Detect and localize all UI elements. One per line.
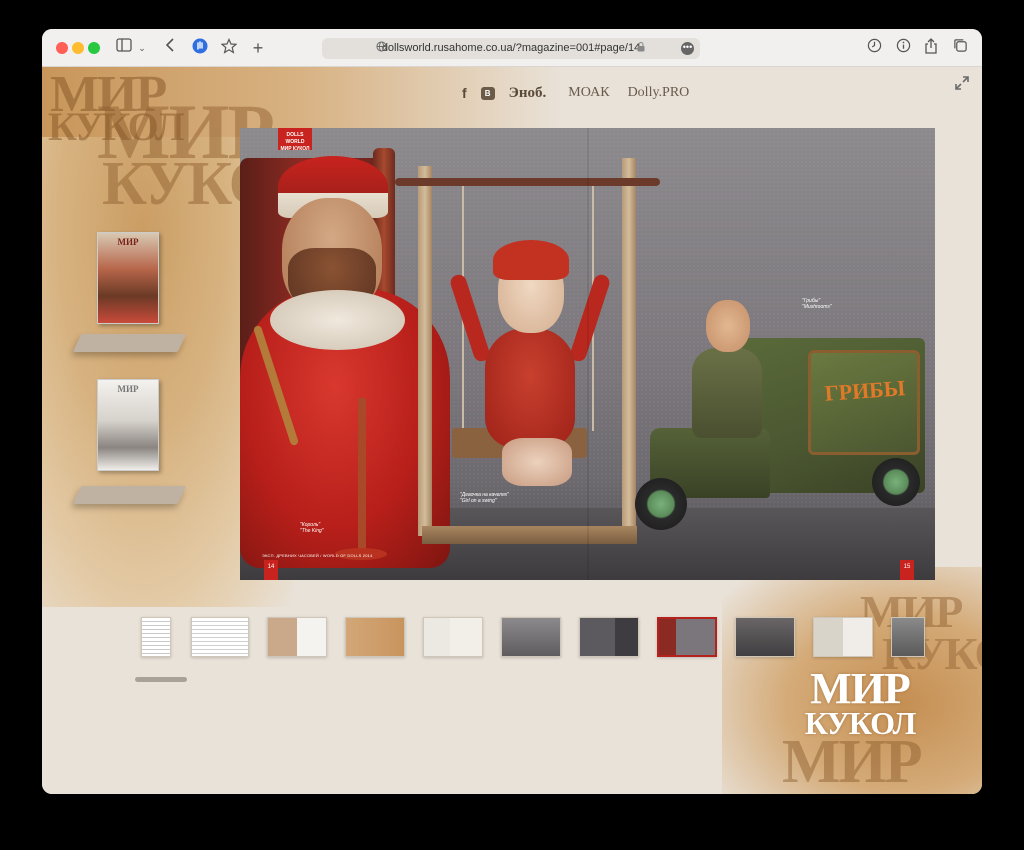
magazine-cover-1[interactable]: МИР <box>72 232 187 352</box>
plus-icon[interactable]: + <box>248 38 268 58</box>
zoom-window-button[interactable] <box>88 42 100 54</box>
sidebar-icon[interactable] <box>114 38 134 58</box>
magazine-badge: DOLLS WORLD МИР КУКОЛ <box>278 128 312 152</box>
top-nav: f В Эноб. МОАК Dolly.PRO <box>462 83 689 103</box>
caption-girl: "Девочка на качелях" "Girl on a swing" <box>460 492 509 504</box>
page-number-right: 15 <box>900 560 914 580</box>
fullscreen-icon[interactable] <box>954 75 970 91</box>
browser-window: ⌄ + dollsworld.rusahome.co.ua/?magazine=… <box>42 29 982 794</box>
nav-link-snob[interactable]: Эноб. <box>509 85 547 102</box>
nav-link-dolly[interactable]: Dolly.PRO <box>628 85 690 101</box>
thumbnail-page-active[interactable] <box>657 617 717 657</box>
girl-doll-body <box>485 328 575 448</box>
thumbnail-page[interactable] <box>579 617 639 657</box>
thumbnail-page[interactable] <box>735 617 795 657</box>
thumbnail-page[interactable] <box>423 617 483 657</box>
page-gutter <box>587 128 589 580</box>
swing-bar <box>395 178 660 186</box>
minimize-window-button[interactable] <box>72 42 84 54</box>
truck-wheel-front <box>635 478 687 530</box>
more-icon[interactable]: ••• <box>681 42 694 55</box>
tabs-icon[interactable] <box>950 38 970 58</box>
swing-frame-left <box>418 166 432 536</box>
chevron-down-icon[interactable]: ⌄ <box>136 38 148 58</box>
cover-title: МИР <box>117 237 139 247</box>
girl-doll-hair <box>493 240 569 280</box>
thumbnail-page[interactable] <box>345 617 405 657</box>
share-icon[interactable] <box>921 38 941 58</box>
magazine-spread[interactable]: ГРИБЫ DOLLS WORLD МИР КУКОЛ "Король" "The … <box>240 128 935 580</box>
thumbnail-scrollbar[interactable] <box>135 677 187 682</box>
vk-icon[interactable]: В <box>480 86 495 100</box>
thumbnail-page[interactable] <box>813 617 873 657</box>
clock-icon[interactable] <box>864 38 884 58</box>
bg-word-kukol: КУКОЛ <box>48 104 184 149</box>
girl-doll-legs <box>502 438 572 486</box>
thumbnail-page[interactable] <box>141 617 171 657</box>
caption-king: "Король" "The King" <box>300 522 324 534</box>
facebook-icon[interactable]: f <box>462 85 467 101</box>
driver-doll-body <box>692 348 762 438</box>
info-icon[interactable] <box>893 38 913 58</box>
truck-wheel-back <box>872 458 920 506</box>
thumbnail-page[interactable] <box>191 617 249 657</box>
magazine-cover-2[interactable]: МИР <box>72 379 187 504</box>
thumbnail-page[interactable] <box>501 617 561 657</box>
page-number-left: 14 <box>264 560 278 580</box>
globe-icon <box>376 38 387 59</box>
url-text: dollsworld.rusahome.co.ua/?magazine=001#… <box>381 42 641 54</box>
caption-truck: "Грибы" "Mushrooms" <box>802 298 832 310</box>
lock-icon <box>637 38 645 59</box>
swing-base <box>422 526 637 544</box>
driver-doll-head <box>706 300 750 352</box>
king-stand <box>358 398 366 558</box>
cover-front: МИР <box>97 232 159 324</box>
thumbnail-page[interactable] <box>267 617 327 657</box>
cover-title: МИР <box>117 384 139 394</box>
thumbnail-page[interactable] <box>891 617 925 657</box>
cover-front: МИР <box>97 379 159 471</box>
star-icon[interactable] <box>219 38 239 58</box>
browser-toolbar: ⌄ + dollsworld.rusahome.co.ua/?magazine=… <box>42 29 982 67</box>
swing-frame-right <box>622 158 636 538</box>
brand-logo: МИР КУКОЛ <box>780 667 940 741</box>
cover-stack <box>72 334 187 352</box>
address-bar[interactable]: dollsworld.rusahome.co.ua/?magazine=001#… <box>322 38 700 59</box>
brand-logo-line2: КУКОЛ <box>804 705 917 741</box>
close-window-button[interactable] <box>56 42 68 54</box>
king-doll-collar <box>270 290 405 350</box>
nav-link-moak[interactable]: МОАК <box>568 85 609 101</box>
magazine-page: МИР МИР КУКОЛ КУКОЛ МИР КУКОЛ МИР f В Эн… <box>42 67 982 794</box>
spread-footer: ЭКСП. ДРЕВНИХ ЧАСОВЕЙ / WORLD OF DOLLS 2… <box>262 553 373 558</box>
back-icon[interactable] <box>160 38 180 58</box>
cover-stack <box>72 486 187 504</box>
hand-icon[interactable] <box>190 38 210 58</box>
